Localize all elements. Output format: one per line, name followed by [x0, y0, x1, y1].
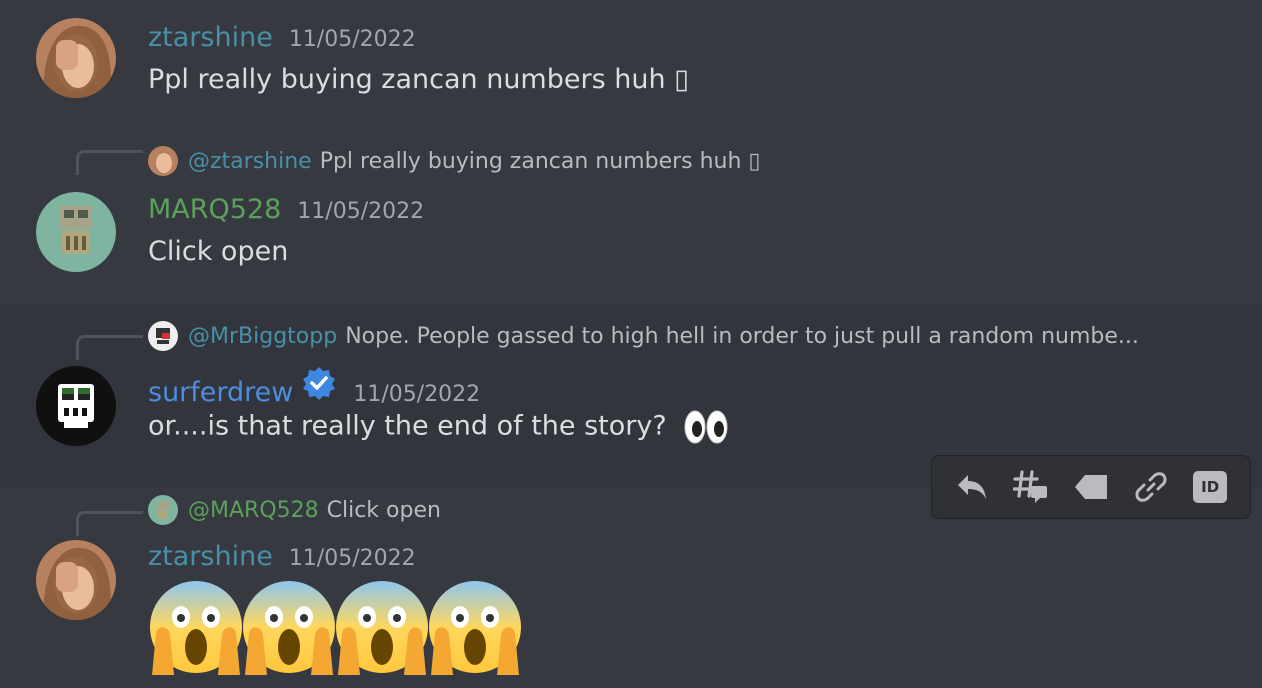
mini-avatar-mrbiggtopp [148, 321, 178, 351]
reply-mention[interactable]: @ztarshine [188, 149, 312, 174]
mini-avatar-marq528 [148, 495, 178, 525]
message-1: ztarshine 11/05/2022 Ppl really buying z… [0, 0, 1262, 130]
avatar-surferdrew[interactable] [36, 366, 116, 446]
reply-spine [76, 335, 143, 360]
emoji-row [148, 579, 523, 675]
reply-preview[interactable]: @MARQ528 Click open [148, 495, 441, 525]
message-2: @ztarshine Ppl really buying zancan numb… [0, 130, 1262, 290]
reply-text: Nope. People gassed to high hell in orde… [345, 323, 1139, 349]
reply-text: Click open [326, 497, 441, 523]
avatar-marq528[interactable] [36, 192, 116, 272]
timestamp: 11/05/2022 [288, 546, 416, 571]
timestamp: 11/05/2022 [288, 27, 416, 52]
username[interactable]: ztarshine [148, 541, 273, 572]
message-text-content: or....is that really the end of the stor… [148, 410, 667, 442]
screaming-face-emoji-icon [427, 579, 523, 675]
eyes-emoji-icon [683, 409, 729, 445]
reply-preview[interactable]: @MrBiggtopp Nope. People gassed to high … [148, 321, 1139, 351]
username[interactable]: surferdrew [148, 377, 293, 408]
avatar-ztarshine[interactable] [36, 18, 116, 98]
mini-avatar-ztarshine [148, 146, 178, 176]
verified-badge-icon [301, 365, 337, 401]
message-4: @MARQ528 Click open ztarshine 11/05/2022 [0, 487, 1262, 688]
username[interactable]: MARQ528 [148, 194, 281, 225]
reply-mention[interactable]: @MARQ528 [188, 498, 319, 523]
message-text: Click open [148, 236, 289, 267]
username[interactable]: ztarshine [148, 22, 273, 53]
reply-spine [76, 150, 143, 175]
reply-text: Ppl really buying zancan numbers huh ▯ [319, 148, 761, 174]
avatar-ztarshine[interactable] [36, 540, 116, 620]
timestamp: 11/05/2022 [353, 382, 481, 407]
screaming-face-emoji-icon [334, 579, 430, 675]
reply-mention[interactable]: @MrBiggtopp [188, 324, 337, 349]
timestamp: 11/05/2022 [297, 199, 425, 224]
message-text: or....is that really the end of the stor… [148, 409, 729, 445]
reply-spine [76, 511, 143, 536]
message-text: Ppl really buying zancan numbers huh ▯ [148, 64, 690, 95]
screaming-face-emoji-icon [241, 579, 337, 675]
reply-preview[interactable]: @ztarshine Ppl really buying zancan numb… [148, 146, 761, 176]
screaming-face-emoji-icon [148, 579, 244, 675]
